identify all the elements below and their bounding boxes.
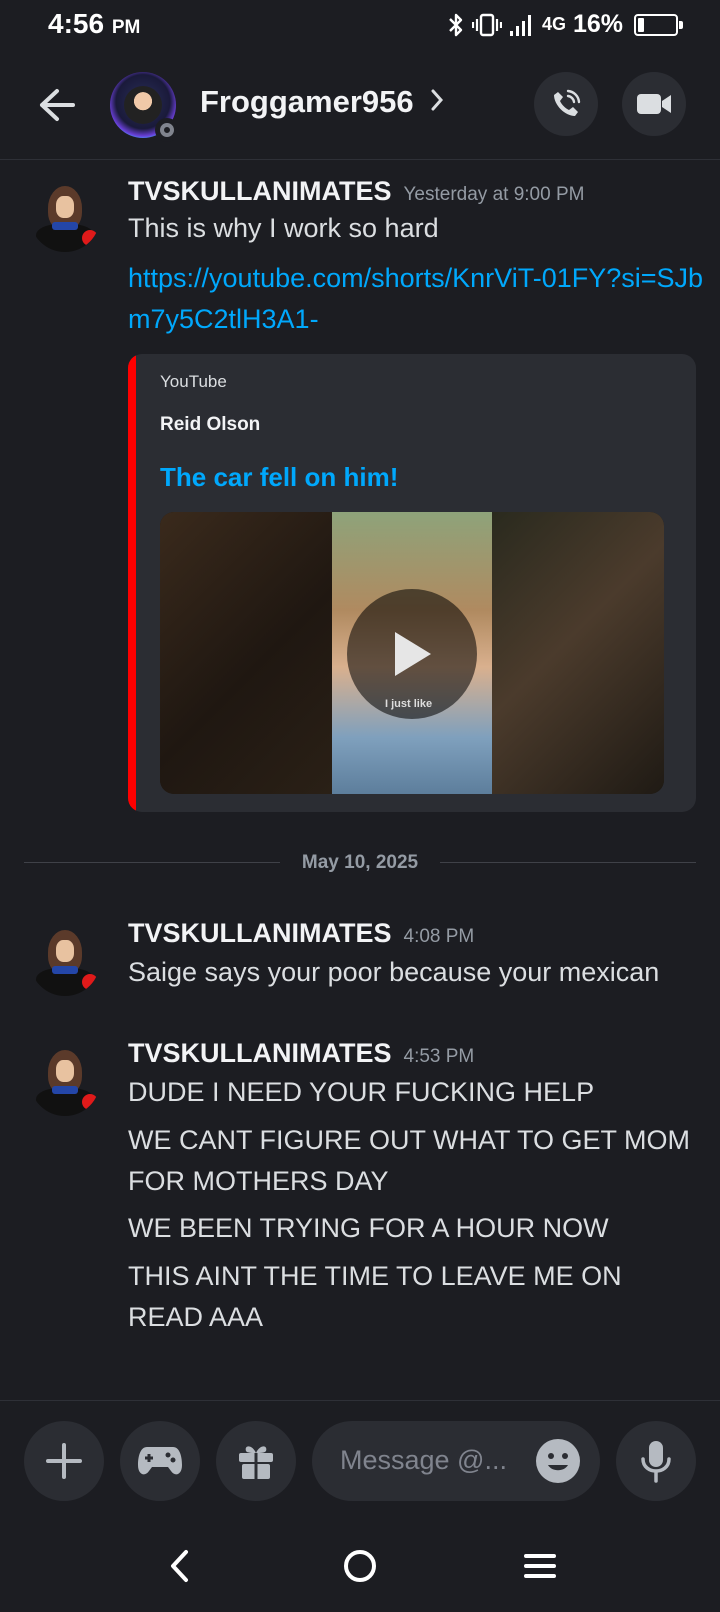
message-input[interactable]: Message @... <box>312 1421 600 1501</box>
plus-icon <box>46 1443 82 1479</box>
message-text: WE CANT FIGURE OUT WHAT TO GET MOM FOR M… <box>128 1125 691 1196</box>
back-button[interactable] <box>32 80 82 130</box>
message-text: Saige says your poor because your mexica… <box>128 957 660 987</box>
voice-call-button[interactable] <box>534 72 598 136</box>
message-timestamp: 4:53 PM <box>403 1046 475 1067</box>
emoji-icon <box>548 1453 568 1471</box>
message-timestamp: Yesterday at 9:00 PM <box>403 184 585 205</box>
message-composer: Message @... <box>0 1400 720 1514</box>
gift-icon <box>239 1446 273 1479</box>
battery-icon <box>634 13 683 36</box>
message-text: THIS AINT THE TIME TO LEAVE ME ON READ A… <box>128 1261 622 1332</box>
embed-provider[interactable]: YouTube <box>160 372 227 392</box>
microphone-icon <box>641 1441 671 1483</box>
offline-status-icon <box>155 118 179 142</box>
video-camera-icon <box>637 94 671 114</box>
signal-icon <box>509 12 535 38</box>
back-arrow-icon <box>40 89 75 121</box>
phone-call-icon <box>554 89 581 116</box>
message-text: WE BEEN TRYING FOR A HOUR NOW <box>128 1213 609 1243</box>
channel-title[interactable]: Froggamer956 <box>200 84 414 120</box>
apps-button[interactable] <box>120 1421 200 1501</box>
message-username[interactable]: TVSKULLANIMATES 4:08 PM <box>128 918 474 949</box>
message-avatar[interactable] <box>30 926 100 996</box>
video-caption: I just like <box>385 698 433 710</box>
system-nav-bar <box>0 1514 720 1612</box>
message-placeholder: Message @... <box>340 1445 507 1475</box>
date-divider: May 10, 2025 <box>24 852 696 873</box>
message-username[interactable]: TVSKULLANIMATES Yesterday at 9:00 PM <box>128 176 584 207</box>
nav-menu-icon <box>524 1554 556 1578</box>
embed-title[interactable]: The car fell on him! <box>160 462 398 493</box>
message-text: This is why I work so hard <box>128 213 439 243</box>
voice-message-button[interactable] <box>616 1421 696 1501</box>
bluetooth-icon <box>447 12 465 38</box>
status-bar: 4:56 PM 4G 16% <box>0 0 720 52</box>
battery-percent: 16% <box>572 10 623 38</box>
video-thumbnail[interactable]: I just like <box>160 512 664 794</box>
message-link[interactable]: https://youtube.com/shorts/KnrViT-01FY?s… <box>128 258 708 340</box>
nav-home-button[interactable] <box>330 1536 390 1596</box>
gift-button[interactable] <box>216 1421 296 1501</box>
vibrate-icon <box>471 12 502 38</box>
nav-home-icon <box>344 1550 376 1582</box>
chevron-right-icon[interactable] <box>430 88 444 117</box>
message-text: DUDE I NEED YOUR FUCKING HELP <box>128 1077 595 1107</box>
video-call-button[interactable] <box>622 72 686 136</box>
embed-accent-bar <box>128 354 136 812</box>
youtube-embed: YouTube Reid Olson The car fell on him! … <box>128 354 696 812</box>
nav-back-button[interactable] <box>150 1536 210 1596</box>
emoji-button[interactable] <box>536 1439 580 1483</box>
attach-button[interactable] <box>24 1421 104 1501</box>
embed-author[interactable]: Reid Olson <box>160 414 260 436</box>
message-avatar[interactable] <box>30 1046 100 1116</box>
channel-header: Froggamer956 <box>0 52 720 160</box>
nav-back-icon <box>171 1550 188 1582</box>
nav-recents-button[interactable] <box>510 1536 570 1596</box>
message-username[interactable]: TVSKULLANIMATES 4:53 PM <box>128 1038 474 1069</box>
play-icon <box>395 632 431 676</box>
gamepad-icon <box>138 1447 182 1475</box>
message-timestamp: 4:08 PM <box>403 926 475 947</box>
network-type: 4G <box>541 14 566 34</box>
status-time: 4:56 PM <box>48 8 141 39</box>
message-avatar[interactable] <box>30 182 100 252</box>
